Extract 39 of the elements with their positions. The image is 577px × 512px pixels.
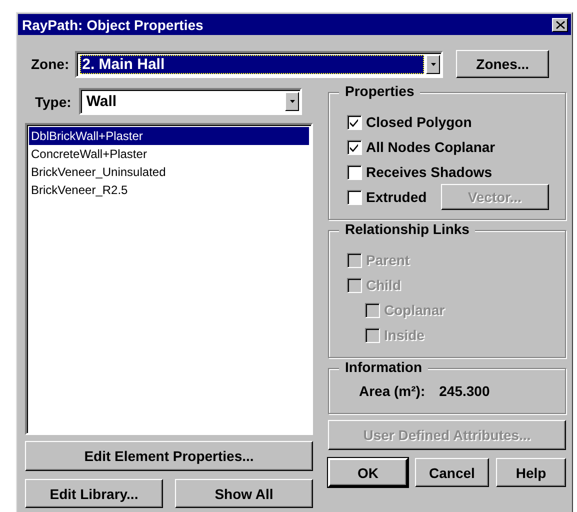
area-label: Area (m²): bbox=[359, 383, 426, 399]
edit-element-properties-button[interactable]: Edit Element Properties... bbox=[25, 441, 313, 471]
checkbox-label: Inside bbox=[384, 327, 424, 343]
checkbox-label: Closed Polygon bbox=[366, 114, 472, 130]
cancel-button[interactable]: Cancel bbox=[415, 458, 489, 487]
show-all-button[interactable]: Show All bbox=[175, 479, 313, 508]
list-item[interactable]: DblBrickWall+Plaster bbox=[29, 127, 309, 145]
checkbox-label: Coplanar bbox=[384, 302, 445, 318]
checkbox-label: Extruded bbox=[366, 189, 427, 205]
caret-icon bbox=[430, 62, 436, 66]
edit-library-button[interactable]: Edit Library... bbox=[25, 479, 163, 508]
checkbox-label: All Nodes Coplanar bbox=[366, 139, 496, 155]
checkmark-icon bbox=[350, 118, 359, 126]
list-item[interactable]: ConcreteWall+Plaster bbox=[29, 145, 309, 163]
group-title: Information bbox=[339, 359, 428, 375]
area-value: 245.300 bbox=[439, 383, 490, 399]
zone-label: Zone: bbox=[31, 56, 70, 72]
zone-dropdown[interactable]: 2. Main Hall bbox=[75, 50, 444, 78]
checkbox-label: Parent bbox=[366, 252, 410, 268]
checkbox[interactable] bbox=[347, 140, 362, 154]
type-label: Type: bbox=[35, 94, 72, 110]
checkbox-label: Child bbox=[366, 277, 401, 293]
group-title: Relationship Links bbox=[339, 221, 476, 237]
checkbox[interactable] bbox=[347, 114, 362, 130]
caret-icon bbox=[290, 100, 295, 103]
type-dropdown[interactable]: Wall bbox=[79, 88, 302, 115]
close-button[interactable] bbox=[552, 18, 568, 32]
zones-button[interactable]: Zones... bbox=[456, 50, 550, 78]
checkbox-label: Receives Shadows bbox=[366, 164, 492, 180]
list-item[interactable]: BrickVeneer_R2.5 bbox=[29, 181, 309, 199]
group-title: Properties bbox=[339, 83, 420, 99]
window-title: RayPath: Object Properties bbox=[22, 16, 204, 32]
close-icon bbox=[556, 20, 564, 28]
ok-button[interactable]: OK bbox=[328, 458, 408, 487]
list-item[interactable]: BrickVeneer_Uninsulated bbox=[29, 163, 309, 181]
checkmark-icon bbox=[350, 142, 359, 152]
checkbox[interactable] bbox=[347, 190, 362, 204]
checkbox[interactable] bbox=[347, 164, 362, 180]
help-button[interactable]: Help bbox=[496, 458, 566, 487]
